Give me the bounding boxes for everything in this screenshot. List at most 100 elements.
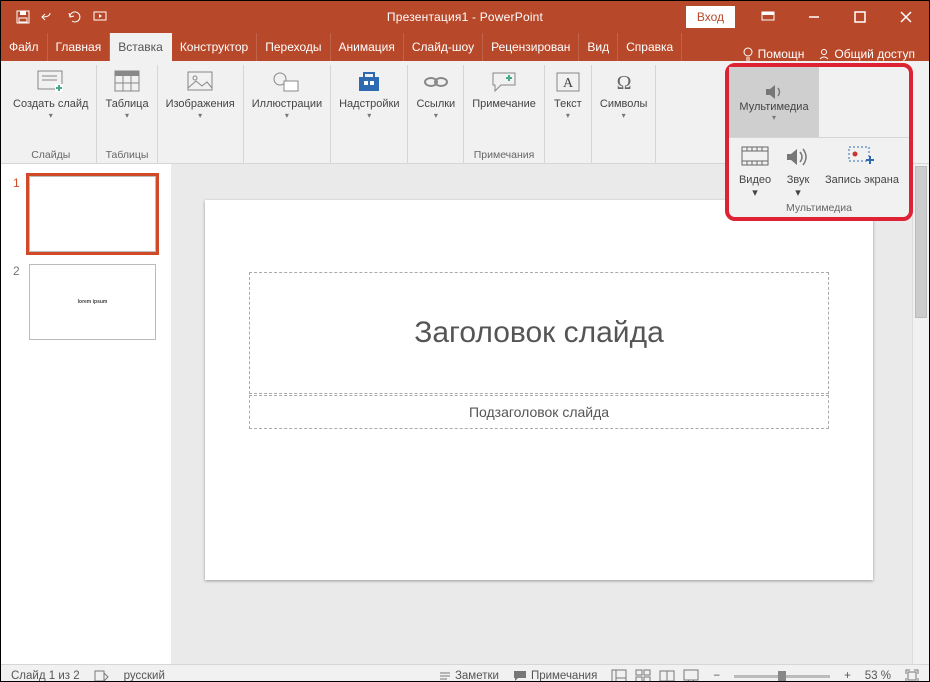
chevron-down-icon: ▾: [434, 111, 438, 120]
svg-text:A: A: [563, 76, 574, 91]
new-slide-button[interactable]: Создать слайд ▾: [9, 65, 92, 139]
ribbon-tabs: Файл Главная Вставка Конструктор Переход…: [1, 33, 929, 61]
status-bar: Слайд 1 из 2 русский Заметки Примечания …: [1, 664, 929, 682]
text-button[interactable]: A Текст ▾: [549, 65, 587, 139]
tab-insert[interactable]: Вставка: [110, 33, 172, 61]
omega-icon: Ω: [609, 67, 639, 97]
minimize-icon[interactable]: [791, 1, 837, 33]
chevron-down-icon: ▾: [125, 111, 129, 120]
slide-canvas[interactable]: Заголовок слайда Подзаголовок слайда: [205, 200, 873, 580]
bulb-icon: [742, 47, 754, 61]
comment-button[interactable]: Примечание: [468, 65, 540, 139]
zoom-out-icon[interactable]: −: [713, 670, 720, 682]
group-text: A Текст ▾: [545, 65, 592, 163]
tab-review[interactable]: Рецензирован: [483, 33, 579, 61]
group-symbols: Ω Символы ▾: [592, 65, 657, 163]
language-indicator[interactable]: русский: [124, 670, 165, 682]
person-icon: [818, 48, 830, 60]
new-slide-icon: [36, 67, 66, 97]
redo-icon[interactable]: [67, 9, 83, 25]
slide-thumbnail[interactable]: lorem ipsum: [29, 264, 156, 340]
tab-view[interactable]: Вид: [579, 33, 618, 61]
comments-button[interactable]: Примечания: [513, 670, 597, 682]
quick-access-toolbar: [15, 9, 109, 25]
notes-button[interactable]: Заметки: [439, 670, 499, 682]
titlebar: Презентация1 - PowerPoint Вход: [1, 1, 929, 33]
zoom-level[interactable]: 53 %: [865, 670, 891, 682]
speaker-icon: [783, 142, 813, 172]
tab-home[interactable]: Главная: [48, 33, 111, 61]
addins-button[interactable]: Надстройки ▾: [335, 65, 403, 139]
close-icon[interactable]: [883, 1, 929, 33]
share-button[interactable]: Общий доступ: [818, 47, 915, 61]
scrollbar-thumb[interactable]: [915, 166, 927, 318]
group-comments: Примечание Примечания: [464, 65, 545, 163]
undo-icon[interactable]: [41, 9, 57, 25]
zoom-knob[interactable]: [778, 671, 786, 682]
vertical-scrollbar[interactable]: [912, 164, 929, 664]
images-button[interactable]: Изображения ▾: [162, 65, 239, 139]
table-button[interactable]: Таблица ▾: [101, 65, 152, 139]
tab-design[interactable]: Конструктор: [172, 33, 257, 61]
tell-me[interactable]: Помощн: [742, 47, 805, 61]
comment-icon: [513, 670, 527, 682]
group-images: Изображения ▾: [158, 65, 244, 163]
fit-icon[interactable]: [905, 669, 919, 682]
slide-thumbnail[interactable]: [29, 176, 156, 252]
zoom-in-icon[interactable]: +: [844, 670, 851, 682]
signin-button[interactable]: Вход: [686, 6, 735, 28]
slideshow-view-icon[interactable]: [683, 669, 699, 682]
link-icon: [421, 67, 451, 97]
tab-transitions[interactable]: Переходы: [257, 33, 330, 61]
spellcheck-icon[interactable]: [94, 669, 110, 682]
multimedia-group-label: Мультимедиа: [729, 199, 909, 217]
tab-file[interactable]: Файл: [1, 33, 48, 61]
zoom-slider[interactable]: [734, 675, 830, 678]
table-icon: [112, 67, 142, 97]
chevron-down-icon: ▾: [285, 111, 289, 120]
slideshow-icon[interactable]: [93, 9, 109, 25]
audio-button[interactable]: Звук ▾: [783, 142, 813, 199]
maximize-icon[interactable]: [837, 1, 883, 33]
symbols-button[interactable]: Ω Символы ▾: [596, 65, 652, 139]
chevron-down-icon: ▾: [367, 111, 371, 120]
chevron-down-icon: ▾: [49, 111, 53, 120]
tab-slideshow[interactable]: Слайд-шоу: [404, 33, 483, 61]
slide-thumb-2[interactable]: 2 lorem ipsum: [13, 264, 165, 340]
chevron-down-icon: ▾: [795, 186, 801, 199]
document-title: Презентация1 - PowerPoint: [387, 10, 543, 24]
svg-text:Ω: Ω: [616, 72, 631, 93]
chevron-down-icon: ▾: [198, 111, 202, 120]
view-buttons: [611, 669, 699, 682]
shapes-icon: [272, 67, 302, 97]
screen-recording-button[interactable]: Запись экрана: [825, 142, 899, 199]
picture-icon: [185, 67, 215, 97]
group-slides: Создать слайд ▾ Слайды: [5, 65, 97, 163]
slide-thumb-1[interactable]: 1: [13, 176, 165, 252]
group-tables: Таблица ▾ Таблицы: [97, 65, 157, 163]
slide-counter[interactable]: Слайд 1 из 2: [11, 670, 80, 682]
normal-view-icon[interactable]: [611, 669, 627, 682]
title-placeholder[interactable]: Заголовок слайда: [249, 272, 829, 394]
multimedia-menu-button[interactable]: Мультимедиа ▾: [729, 67, 819, 137]
group-links: Ссылки ▾: [408, 65, 464, 163]
group-addins: Надстройки ▾: [331, 65, 408, 163]
reading-view-icon[interactable]: [659, 669, 675, 682]
illustrations-button[interactable]: Иллюстрации ▾: [248, 65, 326, 139]
textbox-icon: A: [553, 67, 583, 97]
video-button[interactable]: Видео ▾: [739, 142, 771, 199]
links-button[interactable]: Ссылки ▾: [412, 65, 459, 139]
slide-panel: 1 2 lorem ipsum: [1, 164, 171, 664]
tab-animations[interactable]: Анимация: [331, 33, 404, 61]
chevron-down-icon: ▾: [772, 113, 776, 122]
film-icon: [740, 142, 770, 172]
sorter-view-icon[interactable]: [635, 669, 651, 682]
ribbon-display-icon[interactable]: [745, 1, 791, 33]
speaker-icon: [764, 83, 784, 101]
save-icon[interactable]: [15, 9, 31, 25]
tab-help[interactable]: Справка: [618, 33, 682, 61]
subtitle-placeholder[interactable]: Подзаголовок слайда: [249, 395, 829, 429]
workspace: 1 2 lorem ipsum Заголовок слайда Подзаго…: [1, 164, 929, 664]
multimedia-popout: Мультимедиа ▾ Видео ▾ Звук ▾: [725, 63, 913, 221]
store-icon: [354, 67, 384, 97]
